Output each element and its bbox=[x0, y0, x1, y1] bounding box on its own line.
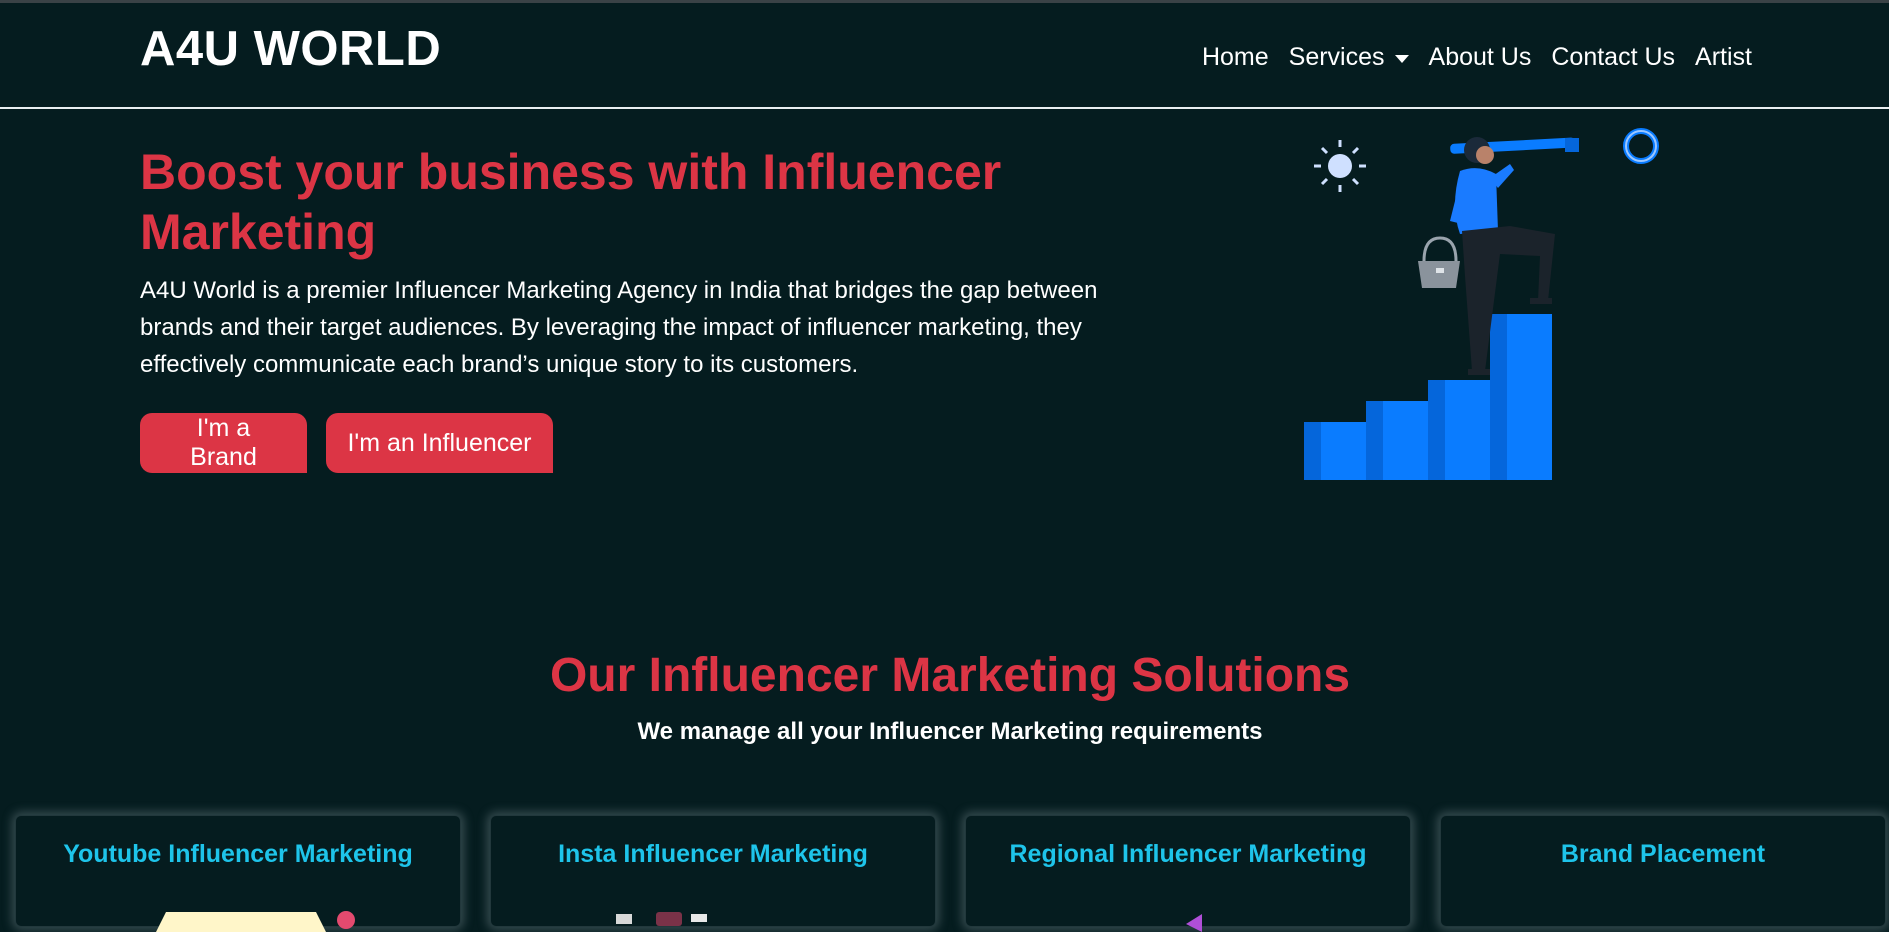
service-card-youtube[interactable]: Youtube Influencer Marketing bbox=[15, 815, 461, 932]
instagram-illustration-icon bbox=[616, 912, 707, 926]
service-card-instagram[interactable]: Insta Influencer Marketing bbox=[490, 815, 936, 927]
brand-logo[interactable]: A4U WORLD bbox=[140, 21, 441, 77]
nav-link-contact-us[interactable]: Contact Us bbox=[1551, 43, 1675, 72]
handbag-icon bbox=[1418, 236, 1460, 288]
stairs-icon bbox=[1304, 314, 1552, 480]
chevron-down-icon bbox=[1394, 54, 1409, 63]
service-card-title: Regional Influencer Marketing bbox=[1009, 840, 1367, 868]
hero-description: A4U World is a premier Influencer Market… bbox=[140, 277, 1098, 378]
service-card-title: Youtube Influencer Marketing bbox=[63, 840, 413, 868]
hero-illustration bbox=[1304, 128, 1659, 480]
service-card-title: Brand Placement bbox=[1560, 840, 1766, 868]
sun-icon bbox=[1314, 140, 1366, 192]
nav-link-home[interactable]: Home bbox=[1202, 43, 1269, 72]
solutions-title: Our Influencer Marketing Solutions bbox=[549, 649, 1351, 702]
main-nav: Home Services About Us Contact Us Artist bbox=[1202, 43, 1752, 72]
nav-link-artist[interactable]: Artist bbox=[1695, 43, 1752, 72]
im-a-brand-button[interactable]: I'm a Brand bbox=[140, 413, 307, 473]
service-card-brand-placement[interactable]: Brand Placement bbox=[1440, 815, 1886, 927]
im-an-influencer-button[interactable]: I'm an Influencer bbox=[326, 413, 553, 473]
solutions-subtitle: We manage all your Influencer Marketing … bbox=[637, 718, 1263, 745]
navbar: A4U WORLD Home Services About Us Contact… bbox=[0, 3, 1889, 109]
nav-link-services-label: Services bbox=[1288, 43, 1385, 71]
youtube-illustration-icon bbox=[156, 911, 355, 932]
nav-link-about-us[interactable]: About Us bbox=[1429, 43, 1532, 72]
service-card-regional[interactable]: Regional Influencer Marketing bbox=[965, 815, 1411, 932]
regional-illustration-icon bbox=[1186, 914, 1202, 932]
service-card-title: Insta Influencer Marketing bbox=[558, 840, 868, 868]
nav-link-services[interactable]: Services bbox=[1289, 43, 1409, 72]
hero-title: Boost your business with Influencer Mark… bbox=[140, 144, 1002, 260]
